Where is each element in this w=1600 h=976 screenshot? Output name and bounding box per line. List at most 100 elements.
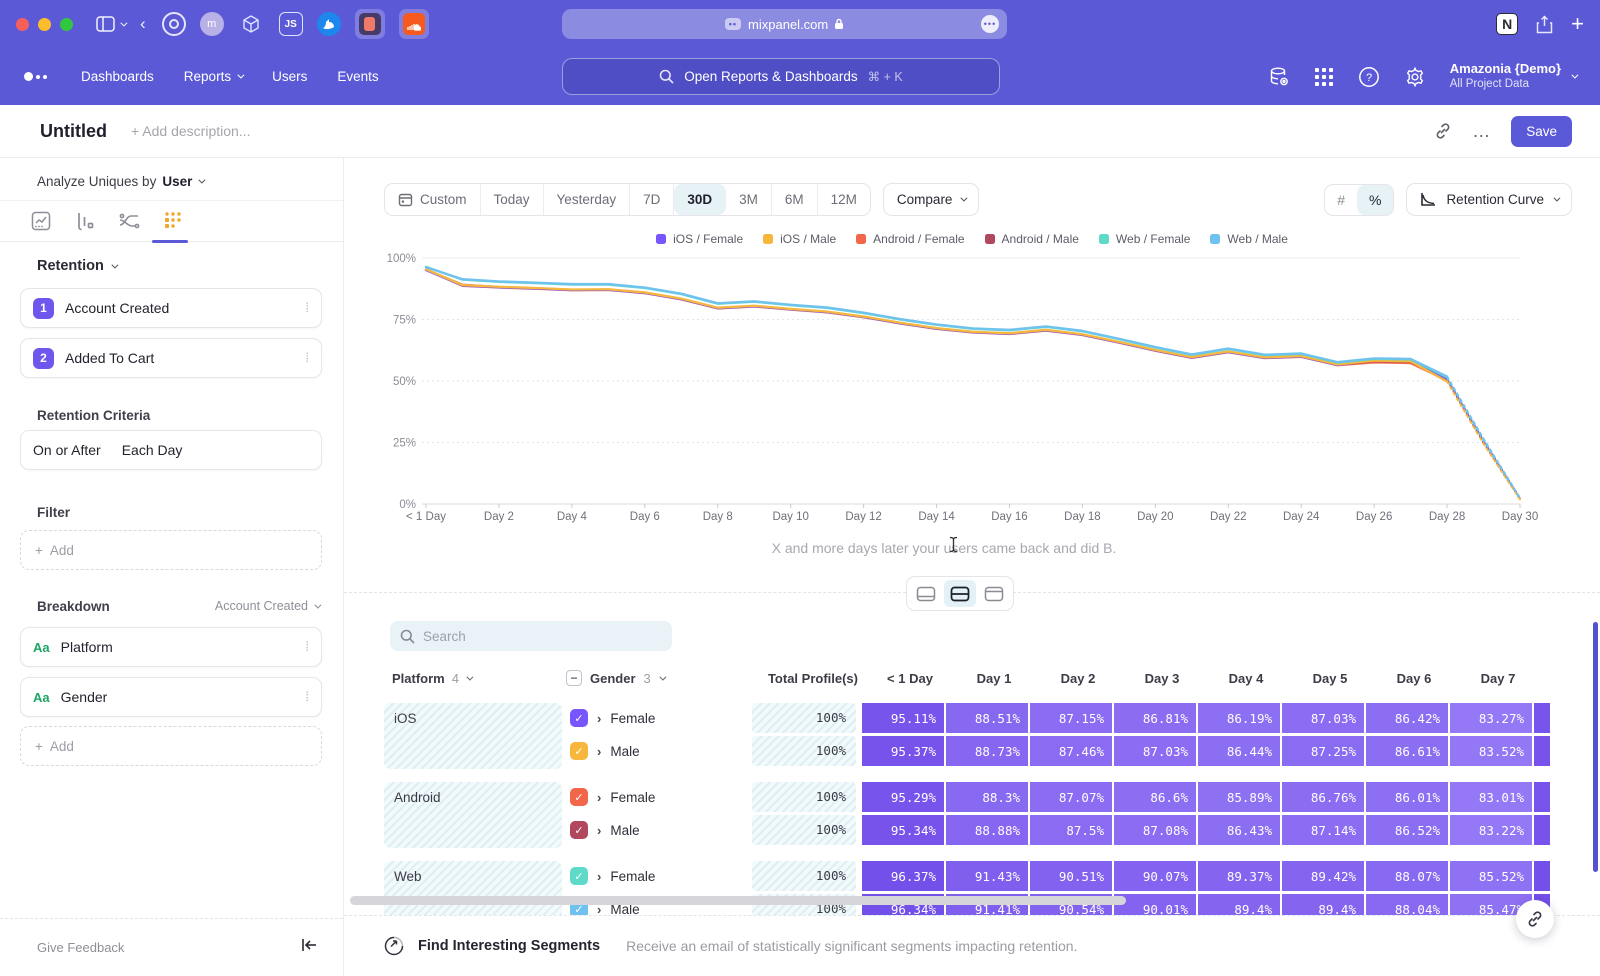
- soundcloud-favicon[interactable]: [399, 9, 429, 39]
- unit-percent-button[interactable]: %: [1357, 185, 1393, 215]
- day-column-header[interactable]: < 1 Day: [868, 671, 952, 686]
- save-button[interactable]: Save: [1511, 116, 1572, 147]
- tab-insights[interactable]: [30, 210, 52, 232]
- share-icon[interactable]: [1536, 15, 1553, 34]
- tab-flows[interactable]: [118, 210, 140, 232]
- retention-cell[interactable]: 86.81%: [1114, 703, 1196, 733]
- tab-funnels[interactable]: [74, 210, 96, 232]
- retention-cell[interactable]: 89.4%: [1198, 894, 1280, 915]
- address-bar[interactable]: •• mixpanel.com •••: [562, 9, 1007, 39]
- day-column-header[interactable]: Day 2: [1036, 671, 1120, 686]
- retention-cell[interactable]: 95.11%: [862, 703, 944, 733]
- breakdown-card-platform[interactable]: Aa Platform ⁞: [20, 627, 322, 667]
- range-custom[interactable]: Custom: [385, 184, 481, 215]
- range-today[interactable]: Today: [481, 184, 544, 215]
- retention-chart[interactable]: 0%25%50%75%100%< 1 DayDay 2Day 4Day 6Day…: [364, 246, 1580, 546]
- retention-cell[interactable]: 87.5%: [1030, 815, 1112, 845]
- retention-cell[interactable]: 88.73%: [946, 736, 1028, 766]
- retention-criteria-card[interactable]: On or After Each Day: [20, 430, 322, 470]
- day-column-header[interactable]: Day 4: [1204, 671, 1288, 686]
- js-favicon[interactable]: JS: [279, 12, 303, 36]
- retention-cell[interactable]: 88.88%: [946, 815, 1028, 845]
- minimize-window-button[interactable]: [38, 18, 51, 31]
- range-3m[interactable]: 3M: [726, 184, 772, 215]
- range-12m[interactable]: 12M: [818, 184, 870, 215]
- retention-cell[interactable]: 86.61%: [1366, 736, 1448, 766]
- layout-split-button[interactable]: [944, 580, 976, 607]
- retention-cell[interactable]: 87.03%: [1282, 703, 1364, 733]
- url-more-icon[interactable]: •••: [981, 15, 999, 33]
- give-feedback-link[interactable]: Give Feedback: [37, 940, 124, 955]
- retention-cell[interactable]: 87.15%: [1030, 703, 1112, 733]
- project-switcher[interactable]: Amazonia {Demo}All Project Data: [1450, 61, 1576, 92]
- collapse-sidebar-icon[interactable]: [301, 938, 317, 957]
- analyze-value[interactable]: User: [162, 174, 192, 189]
- retention-cell[interactable]: 87.03%: [1114, 736, 1196, 766]
- target-favicon[interactable]: [162, 12, 186, 36]
- retention-cell[interactable]: 90.01%: [1114, 894, 1196, 915]
- range-yesterday[interactable]: Yesterday: [544, 184, 631, 215]
- apps-grid-icon[interactable]: [1314, 67, 1334, 87]
- more-actions-icon[interactable]: …: [1472, 121, 1491, 142]
- compare-button[interactable]: Compare: [883, 183, 980, 216]
- add-description[interactable]: + Add description...: [131, 123, 250, 139]
- day-column-header[interactable]: Day 5: [1288, 671, 1372, 686]
- retention-cell[interactable]: 85.52%: [1450, 861, 1532, 891]
- analyze-uniques-row[interactable]: Analyze Uniques by User: [37, 174, 203, 189]
- expand-row-icon[interactable]: ›: [597, 790, 601, 805]
- range-7d[interactable]: 7D: [630, 184, 674, 215]
- retention-cell[interactable]: 87.14%: [1282, 815, 1364, 845]
- legend-item[interactable]: Android / Female: [856, 232, 964, 246]
- day-column-header[interactable]: Day 6: [1372, 671, 1456, 686]
- avatar-m-favicon[interactable]: m: [200, 12, 224, 36]
- expand-row-icon[interactable]: ›: [597, 869, 601, 884]
- back-icon[interactable]: ‹: [140, 14, 146, 34]
- expand-row-icon[interactable]: ›: [597, 744, 601, 759]
- step-more-icon[interactable]: ⁞: [305, 305, 309, 312]
- range-6m[interactable]: 6M: [772, 184, 818, 215]
- retention-cell[interactable]: 89.4%: [1282, 894, 1364, 915]
- breakdown-more-icon[interactable]: ⁞: [305, 694, 309, 701]
- cube-favicon[interactable]: [238, 11, 265, 38]
- retention-cell[interactable]: 85.89%: [1198, 782, 1280, 812]
- step-card-account-created[interactable]: 1 Account Created ⁞: [20, 288, 322, 328]
- retention-cell[interactable]: 86.42%: [1366, 703, 1448, 733]
- expand-row-icon[interactable]: ›: [597, 823, 601, 838]
- retention-cell[interactable]: 88.04%: [1366, 894, 1448, 915]
- breakdown-scope-dropdown[interactable]: Account Created: [215, 599, 319, 613]
- expand-row-icon[interactable]: ›: [597, 711, 601, 726]
- add-filter-button[interactable]: +Add: [20, 530, 322, 570]
- retention-cell[interactable]: 87.07%: [1030, 782, 1112, 812]
- zoom-window-button[interactable]: [60, 18, 73, 31]
- retention-cell[interactable]: 87.08%: [1114, 815, 1196, 845]
- find-segments-label[interactable]: Find Interesting Segments: [418, 938, 600, 954]
- layout-chart-only-button[interactable]: [910, 580, 942, 607]
- row-checkbox[interactable]: ✓: [570, 821, 588, 839]
- retention-cell[interactable]: 83.52%: [1450, 736, 1532, 766]
- settings-gear-icon[interactable]: [1404, 66, 1426, 88]
- total-profiles-header[interactable]: Total Profile(s): [756, 671, 868, 686]
- gender-header[interactable]: − Gender3: [566, 670, 756, 686]
- retention-cell[interactable]: 87.25%: [1282, 736, 1364, 766]
- retention-cell[interactable]: 88.07%: [1366, 861, 1448, 891]
- platform-cell[interactable]: Android: [384, 782, 562, 848]
- retention-cell[interactable]: 83.27%: [1450, 703, 1532, 733]
- legend-item[interactable]: Web / Male: [1210, 232, 1287, 246]
- retention-cell[interactable]: 86.6%: [1114, 782, 1196, 812]
- data-management-icon[interactable]: [1268, 66, 1290, 88]
- row-checkbox[interactable]: ✓: [570, 788, 588, 806]
- range-30d[interactable]: 30D: [674, 184, 726, 215]
- bird-favicon[interactable]: [317, 12, 341, 36]
- browser-sidebar-icon[interactable]: [96, 16, 115, 32]
- retention-cell[interactable]: 86.19%: [1198, 703, 1280, 733]
- breakdown-more-icon[interactable]: ⁞: [305, 644, 309, 651]
- retention-cell[interactable]: 95.29%: [862, 782, 944, 812]
- table-search[interactable]: [390, 621, 672, 651]
- unit-count-button[interactable]: #: [1325, 185, 1357, 215]
- retention-cell[interactable]: 86.76%: [1282, 782, 1364, 812]
- day-column-header[interactable]: Day 1: [952, 671, 1036, 686]
- mixpanel-logo[interactable]: [24, 72, 47, 81]
- day-column-header[interactable]: Day 7: [1456, 671, 1540, 686]
- legend-item[interactable]: Web / Female: [1099, 232, 1190, 246]
- nav-reports[interactable]: Reports: [184, 69, 242, 84]
